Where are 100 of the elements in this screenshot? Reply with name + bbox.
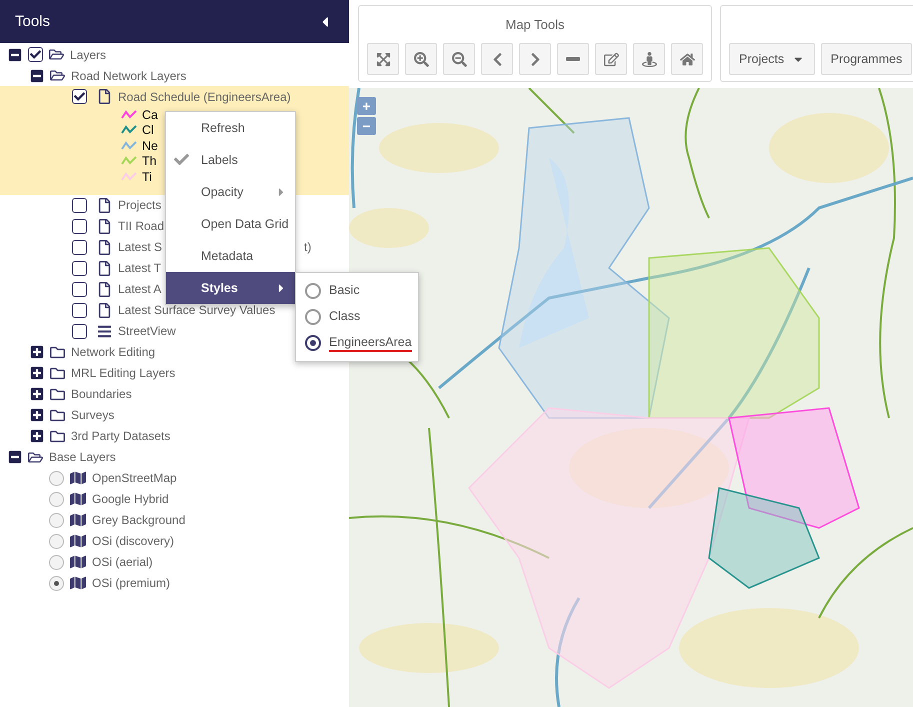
checkbox[interactable] (72, 302, 87, 318)
menu-item[interactable]: Labels (166, 144, 295, 176)
radio-button[interactable] (49, 470, 64, 486)
tree-label[interactable]: Layers (70, 48, 106, 62)
map-icon (70, 491, 86, 507)
tree-label[interactable]: TII Road (118, 219, 164, 233)
file-icon (97, 89, 112, 104)
folder-icon (49, 47, 64, 62)
tool-button[interactable] (443, 43, 475, 75)
tree-label[interactable]: Boundaries (71, 387, 132, 401)
checkbox[interactable] (72, 198, 87, 212)
tool-button[interactable] (671, 43, 703, 75)
checkbox[interactable] (28, 47, 43, 62)
radio-button[interactable] (49, 534, 64, 548)
menu-item[interactable]: Opacity (166, 176, 295, 208)
radio-button[interactable] (49, 576, 64, 590)
radio-button[interactable] (49, 492, 64, 506)
map-icon (70, 533, 86, 549)
tool-button[interactable] (481, 43, 513, 75)
expand-icon[interactable] (30, 366, 44, 380)
dropdown-button[interactable]: Programmes (820, 43, 912, 75)
tree-label[interactable]: Latest A (118, 282, 162, 296)
tree-label[interactable]: Grey Background (92, 513, 186, 527)
style-option[interactable]: Basic (329, 282, 360, 300)
collapse-icon[interactable] (8, 48, 22, 62)
style-option[interactable]: Class (329, 308, 360, 326)
collapse-icon[interactable] (8, 450, 22, 464)
edit-icon (604, 52, 618, 66)
collapse-icon[interactable] (30, 68, 44, 82)
menu-item[interactable]: Metadata (166, 240, 295, 272)
map-icon (70, 575, 86, 591)
folder-icon (50, 428, 65, 444)
folder-icon (28, 450, 43, 464)
radio-button[interactable] (49, 512, 64, 528)
folder-icon (50, 408, 65, 422)
tool-button[interactable] (633, 43, 665, 75)
checkbox[interactable] (72, 260, 87, 276)
tree-label[interactable]: Base Layers (49, 450, 116, 464)
tree-label[interactable]: Surveys (71, 408, 114, 422)
sidebar-title: Tools (15, 13, 50, 30)
style-option[interactable]: EngineersArea (329, 334, 412, 352)
home-icon (680, 52, 694, 66)
tree-label: t) (304, 240, 312, 254)
expand-icon[interactable] (30, 387, 44, 401)
tool-button[interactable] (405, 43, 437, 75)
tree-label[interactable]: Latest Surface Survey Values (118, 303, 276, 317)
folder-icon (50, 366, 65, 380)
checkbox[interactable] (72, 240, 87, 254)
file-icon (97, 282, 112, 296)
zoom-in-icon (414, 52, 428, 66)
radio-button[interactable] (305, 335, 321, 351)
checkbox[interactable] (72, 218, 87, 234)
radio-button[interactable] (305, 309, 321, 325)
folder-icon (50, 68, 65, 83)
menu-item[interactable]: Styles (166, 272, 295, 304)
map-icon (70, 554, 86, 570)
expand-icon[interactable] (30, 429, 44, 443)
tool-button[interactable] (557, 43, 589, 75)
folder-icon (50, 344, 65, 360)
tree-label[interactable]: OSi (discovery) (92, 534, 174, 548)
menu-item[interactable]: Refresh (166, 112, 295, 144)
tree-label[interactable]: Latest S (118, 240, 162, 254)
person-icon (642, 52, 656, 66)
tree-label[interactable]: Google Hybrid (92, 492, 169, 506)
tree-label[interactable]: OSi (aerial) (92, 555, 153, 569)
legend-label: Ti (142, 170, 152, 184)
legend-label: Ca (142, 108, 158, 122)
legend-label: Ne (142, 138, 158, 153)
map-icon (70, 512, 86, 528)
file-icon (97, 260, 112, 276)
tree-label[interactable]: MRL Editing Layers (71, 366, 176, 380)
zoom-out-icon (452, 52, 466, 66)
legend-label: Cl (142, 123, 154, 138)
dropdown-button[interactable]: Projects (729, 43, 815, 75)
tree-label[interactable]: OpenStreetMap (92, 471, 177, 485)
file-icon (97, 240, 112, 254)
expand-icon[interactable] (30, 408, 44, 422)
list-icon (97, 324, 112, 338)
checkbox[interactable] (72, 324, 87, 338)
tree-label[interactable]: Road Network Layers (71, 68, 186, 82)
checkbox[interactable] (72, 89, 87, 104)
radio-button[interactable] (305, 283, 321, 299)
tool-button[interactable] (519, 43, 551, 75)
tool-button[interactable] (595, 43, 627, 75)
checkbox[interactable] (72, 282, 87, 296)
tool-button[interactable] (367, 43, 399, 75)
legend-label: Th (142, 154, 157, 168)
radio-button[interactable] (49, 554, 64, 570)
panel-title: Map Tools (505, 16, 564, 34)
tree-label[interactable]: Road Schedule (EngineersArea) (118, 90, 291, 104)
tree-label[interactable]: StreetView (118, 324, 176, 338)
tree-label[interactable]: 3rd Party Datasets (71, 429, 170, 443)
expand-icon (376, 52, 390, 66)
menu-item[interactable]: Open Data Grid (166, 208, 295, 240)
map-icon (70, 470, 86, 486)
expand-icon[interactable] (30, 345, 44, 359)
tree-label[interactable]: Latest T (118, 261, 162, 275)
tree-label[interactable]: OSi (premium) (92, 576, 170, 590)
tree-label[interactable]: Network Editing (71, 345, 156, 359)
tree-label[interactable]: Projects (118, 198, 162, 212)
